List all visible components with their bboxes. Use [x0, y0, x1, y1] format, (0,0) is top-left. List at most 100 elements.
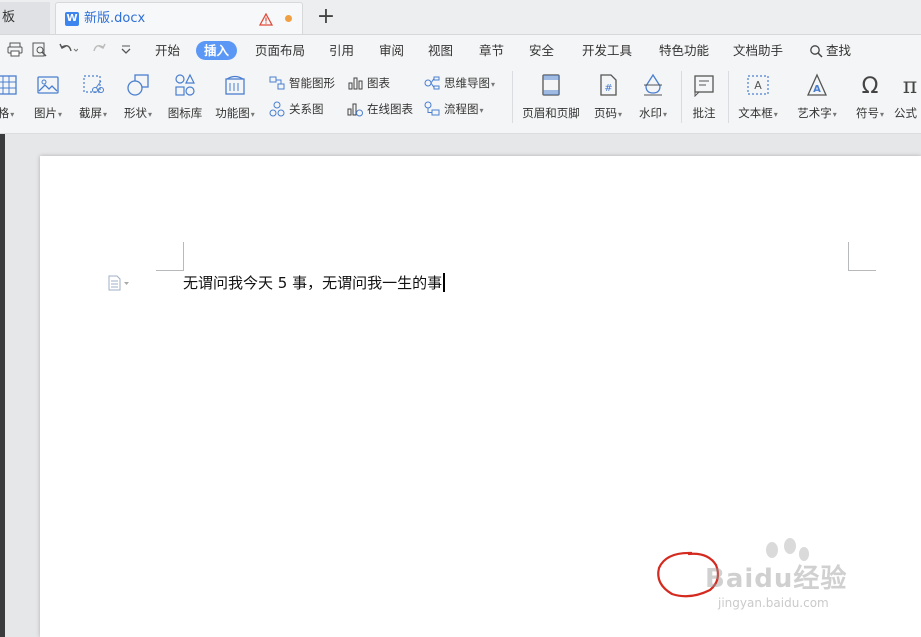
- ribbon-function-chart-label: 功能图: [215, 106, 250, 120]
- customize-toolbar-icon[interactable]: [120, 42, 138, 58]
- menu-find[interactable]: 查找: [809, 41, 851, 60]
- search-icon: [810, 45, 823, 58]
- online-chart-icon: [347, 103, 363, 117]
- menu-home[interactable]: 开始: [155, 41, 180, 60]
- smart-art-icon: [269, 76, 285, 90]
- document-body-paragraph[interactable]: 无谓问我今天 5 事，无谓问我一生的事: [183, 272, 446, 294]
- paragraph-document-icon: [108, 275, 129, 291]
- textbox-icon: A: [747, 75, 769, 95]
- watermark-brand-text: Baidu经验: [705, 564, 848, 594]
- ribbon-formula-button[interactable]: π 公式: [894, 69, 921, 125]
- ribbon-relation-chart-label: 关系图: [289, 102, 324, 116]
- menu-view[interactable]: 视图: [428, 41, 453, 60]
- ribbon-watermark-label: 水印: [638, 106, 662, 120]
- ribbon-flowchart-button[interactable]: 流程图▾: [424, 99, 484, 119]
- word-art-icon: A: [806, 73, 828, 96]
- ribbon-word-art-label: 艺术字: [797, 106, 832, 120]
- insert-ribbon: 格▾ 图片▾ 截屏▾ 形状▾ 图标库 功能图▾ 智能图形 关系图 图表 在线图表…: [0, 65, 921, 134]
- ribbon-shapes-label: 形状: [123, 106, 147, 120]
- ribbon-flowchart-label: 流程图: [444, 102, 479, 116]
- formula-icon: π: [903, 74, 917, 97]
- new-tab-button[interactable]: +: [313, 2, 339, 32]
- ribbon-textbox-button[interactable]: A 文本框▾: [734, 69, 782, 125]
- flowchart-icon: [424, 101, 440, 116]
- svg-text:A: A: [754, 79, 762, 92]
- function-chart-icon: [225, 75, 245, 95]
- svg-text:π: π: [903, 74, 917, 97]
- margin-corner-mark: [183, 242, 184, 270]
- icon-library-icon: [175, 73, 195, 96]
- relation-chart-icon: [269, 101, 285, 117]
- tab-bar: 板 W 新版.docx +: [0, 0, 921, 35]
- ribbon-header-footer-button[interactable]: 页眉和页脚: [522, 69, 580, 125]
- mind-map-icon: [424, 76, 440, 90]
- text-cursor: [443, 273, 446, 292]
- menu-bar: 开始 插入 页面布局 引用 审阅 视图 章节 安全 开发工具 特色功能 文档助手…: [0, 35, 921, 65]
- ribbon-chart-label: 图表: [367, 76, 390, 90]
- ribbon-symbol-button[interactable]: Ω 符号▾: [846, 69, 894, 125]
- omega-symbol-icon: Ω: [862, 74, 879, 97]
- tab-previous-document[interactable]: 板: [0, 2, 50, 34]
- chart-icon: [348, 77, 363, 90]
- comment-icon: [694, 75, 714, 97]
- menu-security[interactable]: 安全: [529, 41, 554, 60]
- menu-insert[interactable]: 插入: [196, 41, 238, 60]
- svg-text:#: #: [604, 83, 612, 94]
- shapes-icon: [127, 74, 149, 96]
- ribbon-separator: [512, 71, 513, 123]
- ribbon-header-footer-label: 页眉和页脚: [522, 106, 580, 120]
- ribbon-page-number-label: 页码: [593, 106, 617, 120]
- print-icon[interactable]: [7, 42, 25, 58]
- ribbon-mind-map-button[interactable]: 思维导图▾: [424, 73, 495, 93]
- ribbon-chart-button[interactable]: 图表: [347, 73, 390, 93]
- menu-page-layout[interactable]: 页面布局: [255, 41, 305, 60]
- document-text: 无谓问我今天 5 事，无谓问我一生的事: [183, 274, 443, 292]
- watermark-icon: [644, 73, 662, 96]
- redo-icon[interactable]: [91, 42, 109, 58]
- paragraph-layout-handle[interactable]: [108, 275, 132, 291]
- ribbon-relation-chart-button[interactable]: 关系图: [269, 99, 324, 119]
- ribbon-formula-label: 公式: [894, 106, 917, 120]
- print-preview-icon[interactable]: [32, 42, 50, 58]
- ribbon-smart-art-button[interactable]: 智能图形: [269, 73, 335, 93]
- picture-icon: [37, 76, 59, 94]
- ribbon-online-chart-label: 在线图表: [367, 102, 413, 116]
- menu-document-assistant[interactable]: 文档助手: [733, 41, 783, 60]
- ribbon-function-chart-button[interactable]: 功能图▾: [211, 69, 259, 125]
- ribbon-comment-label: 批注: [692, 106, 716, 120]
- window-left-edge: [0, 134, 5, 637]
- margin-corner-mark: [156, 270, 184, 271]
- undo-icon[interactable]: [58, 42, 79, 58]
- ribbon-word-art-button[interactable]: A 艺术字▾: [793, 69, 841, 125]
- wps-writer-icon: W: [65, 12, 79, 26]
- menu-review[interactable]: 审阅: [379, 41, 404, 60]
- ribbon-picture-label: 图片: [33, 106, 57, 120]
- screenshot-icon: [83, 75, 104, 93]
- menu-section[interactable]: 章节: [479, 41, 504, 60]
- margin-corner-mark: [848, 242, 849, 270]
- watermark-url-text: jingyan.baidu.com: [718, 596, 829, 610]
- document-tab-title: 新版.docx: [84, 11, 146, 26]
- table-icon: [0, 75, 17, 95]
- ribbon-icon-library-label: 图标库: [167, 106, 203, 120]
- unsaved-indicator-dot: [285, 15, 292, 22]
- svg-text:A: A: [813, 84, 821, 95]
- svg-text:Ω: Ω: [862, 74, 879, 97]
- ribbon-smart-art-label: 智能图形: [289, 76, 335, 90]
- menu-references[interactable]: 引用: [329, 41, 354, 60]
- menu-find-label: 查找: [826, 43, 852, 58]
- page-number-icon: #: [600, 74, 617, 96]
- ribbon-screenshot-label: 截屏: [78, 106, 102, 120]
- ribbon-mind-map-label: 思维导图: [444, 76, 490, 90]
- ribbon-comment-button[interactable]: 批注: [680, 69, 728, 125]
- ribbon-online-chart-button[interactable]: 在线图表: [347, 99, 413, 119]
- ribbon-symbol-label: 符号: [855, 106, 879, 120]
- menu-developer-tools[interactable]: 开发工具: [582, 41, 632, 60]
- tab-current-document[interactable]: W 新版.docx: [55, 2, 303, 34]
- ribbon-table-label: 格: [0, 106, 10, 120]
- tab-previous-label: 板: [2, 10, 16, 25]
- header-footer-icon: [542, 74, 560, 96]
- margin-corner-mark: [848, 270, 876, 271]
- warning-icon[interactable]: [258, 11, 274, 30]
- menu-special-features[interactable]: 特色功能: [659, 41, 709, 60]
